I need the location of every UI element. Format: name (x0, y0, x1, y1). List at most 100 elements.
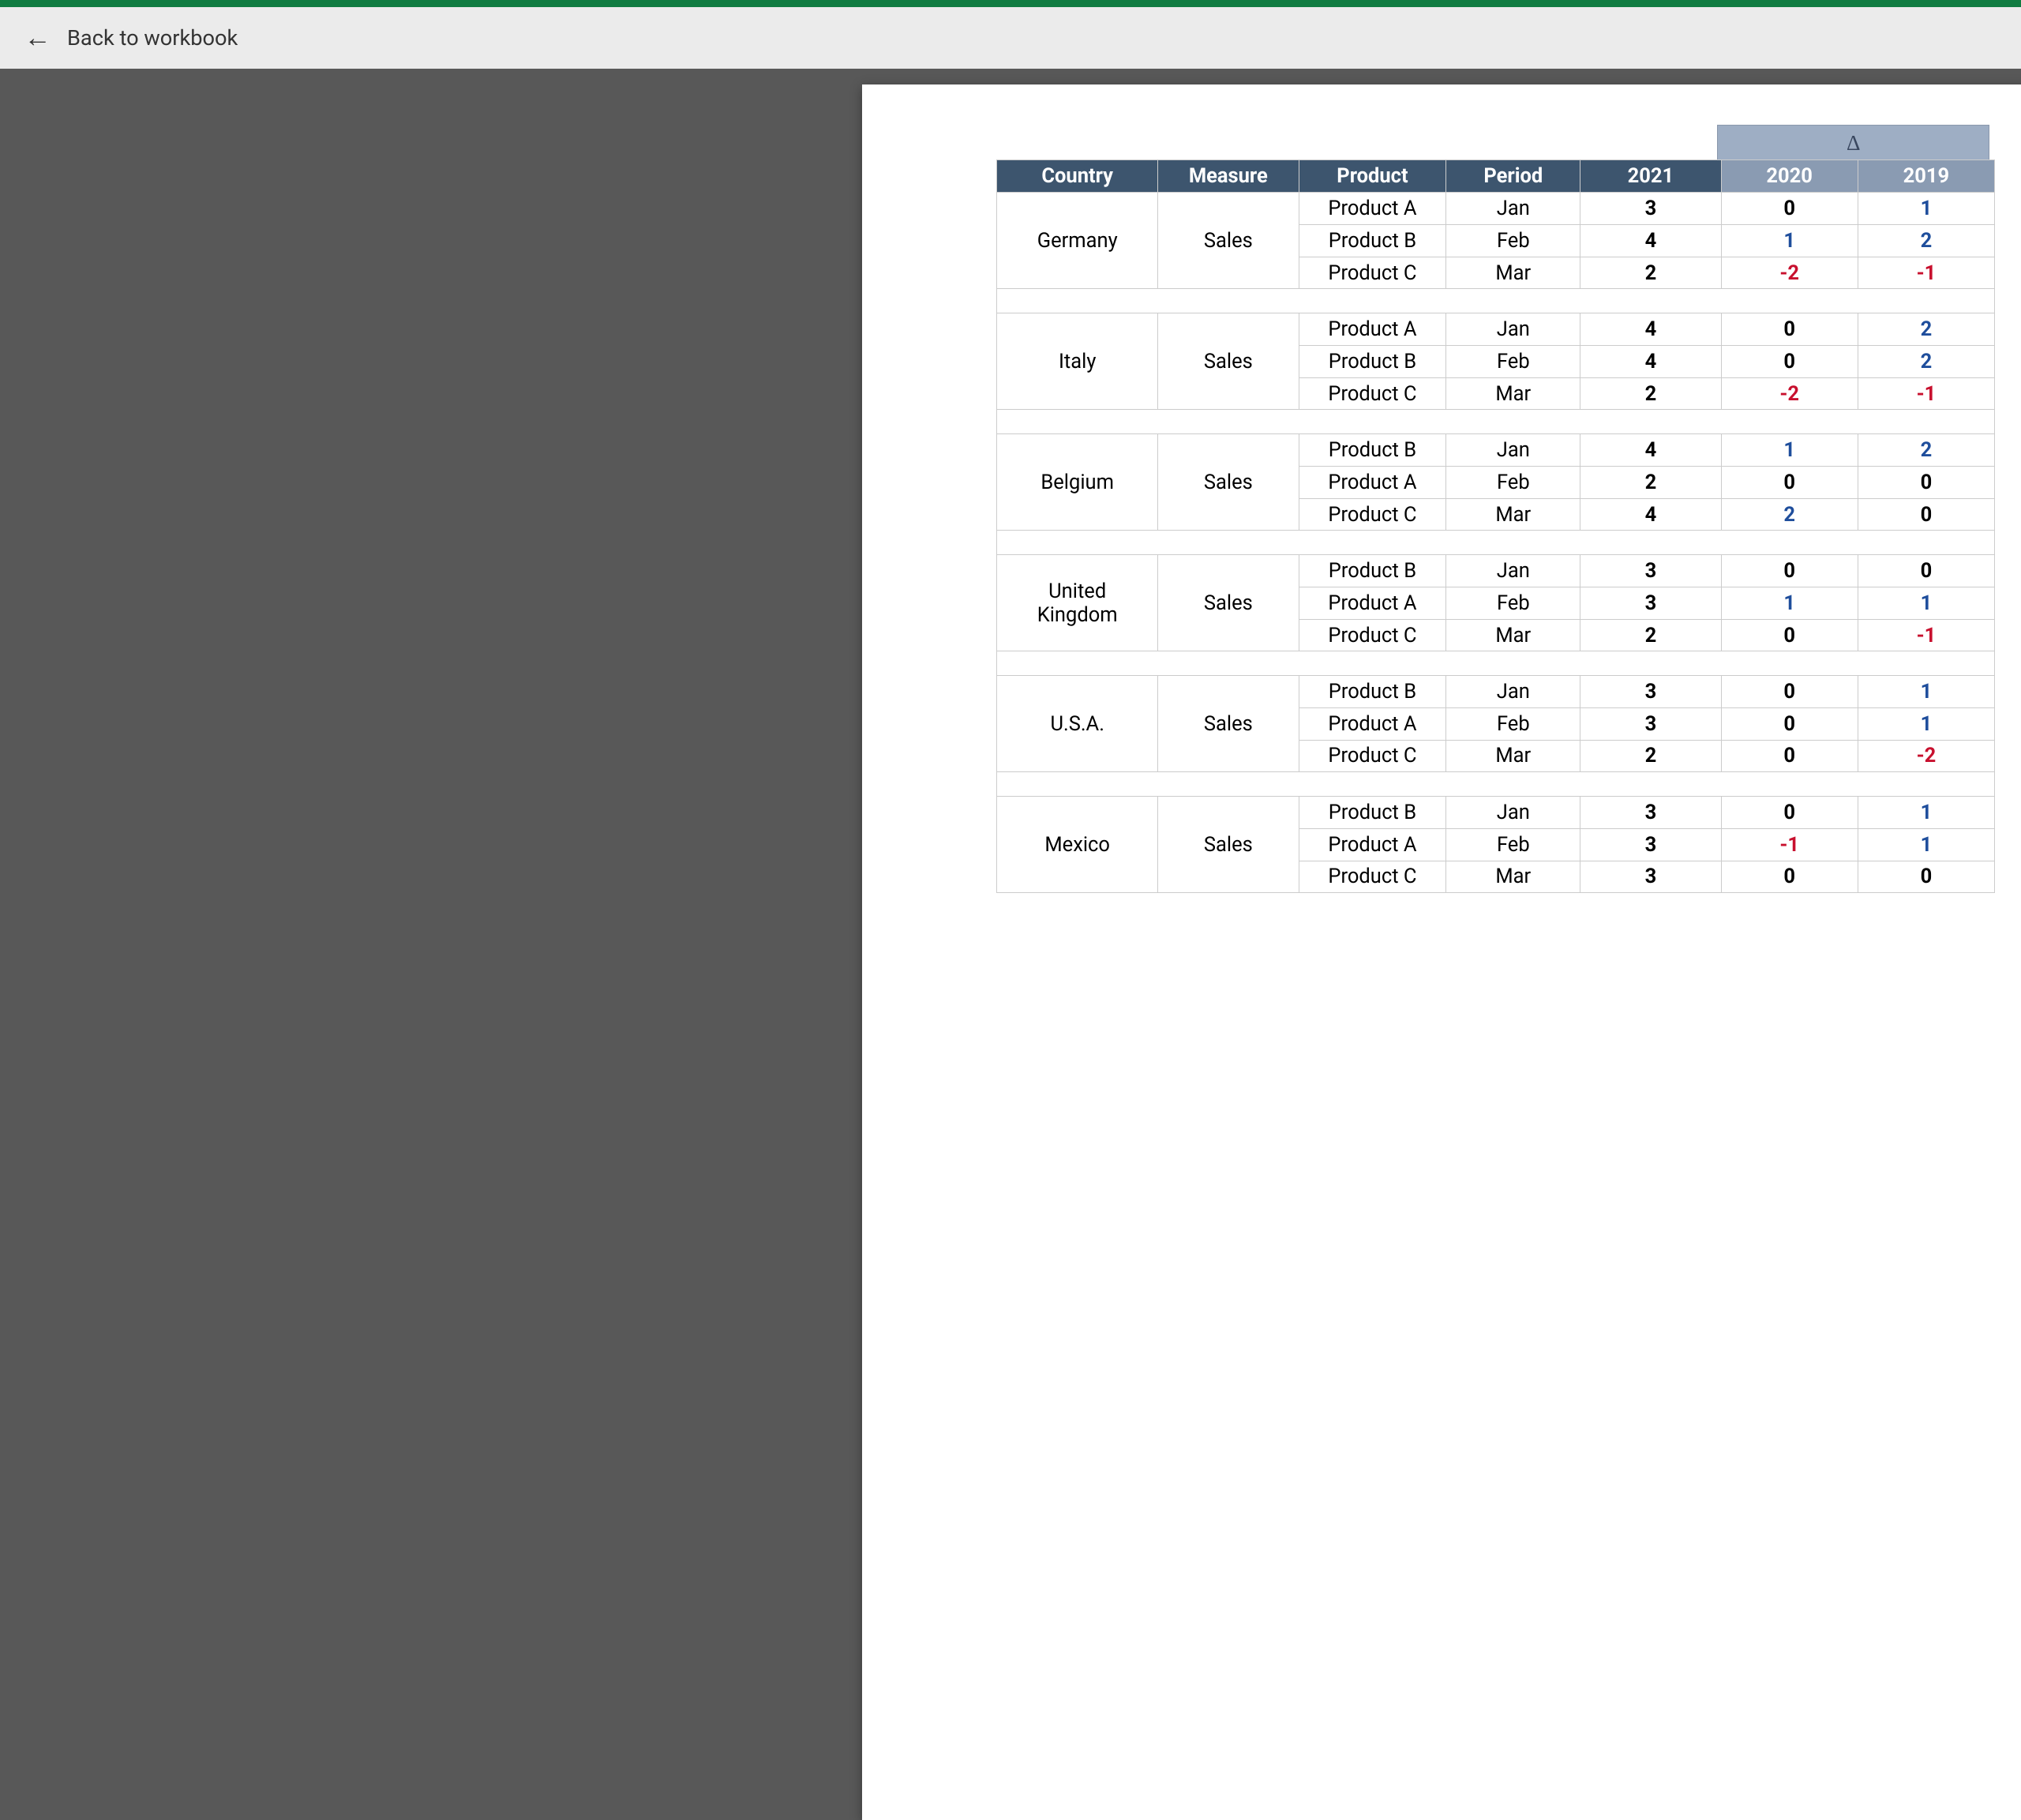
period-cell: Mar (1446, 377, 1580, 410)
measure-cell: Sales (1158, 193, 1299, 289)
delta-cell: -2 (1858, 740, 1994, 772)
delta-cell: -1 (1858, 619, 1994, 651)
value-cell: 3 (1580, 861, 1721, 893)
value-cell: 2 (1580, 466, 1721, 498)
preview-pane: ← Back to workbook Showing 1 - 1 (for a … (0, 7, 2021, 1820)
value-cell: 3 (1580, 587, 1721, 619)
value-cell: 3 (1580, 707, 1721, 740)
period-cell: Feb (1446, 707, 1580, 740)
column-header: 2019 (1858, 160, 1994, 193)
product-cell: Product B (1299, 796, 1446, 828)
product-cell: Product C (1299, 257, 1446, 289)
delta-cell: 1 (1721, 587, 1858, 619)
delta-cell: 0 (1721, 796, 1858, 828)
block-gap (997, 651, 1995, 676)
delta-cell: 1 (1858, 193, 1994, 225)
period-cell: Jan (1446, 676, 1580, 708)
delta-cell: 0 (1858, 861, 1994, 893)
delta-cell: 0 (1721, 345, 1858, 377)
product-cell: Product A (1299, 466, 1446, 498)
country-cell: Belgium (997, 434, 1158, 531)
delta-cell: 1 (1721, 224, 1858, 257)
product-cell: Product B (1299, 555, 1446, 587)
delta-cell: 2 (1858, 434, 1994, 467)
delta-cell: 0 (1721, 740, 1858, 772)
delta-cell: 2 (1858, 313, 1994, 346)
preview-toolbar: ← Back to workbook Showing 1 - 1 (for a … (0, 7, 2021, 69)
value-cell: 4 (1580, 313, 1721, 346)
table-row: BelgiumSalesProduct BJan412 (997, 434, 1995, 467)
measure-cell: Sales (1158, 434, 1299, 531)
back-to-workbook-button[interactable]: ← Back to workbook (24, 24, 238, 51)
delta-cell: -2 (1721, 377, 1858, 410)
back-label: Back to workbook (67, 25, 238, 51)
product-cell: Product A (1299, 707, 1446, 740)
block-gap (997, 410, 1995, 434)
product-cell: Product B (1299, 676, 1446, 708)
delta-cell: 0 (1721, 707, 1858, 740)
value-cell: 4 (1580, 345, 1721, 377)
product-cell: Product C (1299, 619, 1446, 651)
period-cell: Feb (1446, 587, 1580, 619)
delta-cell: 1 (1858, 796, 1994, 828)
delta-cell: 1 (1858, 676, 1994, 708)
delta-cell: 0 (1721, 676, 1858, 708)
column-header: Measure (1158, 160, 1299, 193)
delta-cell: 1 (1858, 587, 1994, 619)
product-cell: Product B (1299, 434, 1446, 467)
column-header: Country (997, 160, 1158, 193)
value-cell: 2 (1580, 740, 1721, 772)
accent-bar (0, 0, 2021, 7)
table-row: U.S.A.SalesProduct BJan301 (997, 676, 1995, 708)
value-cell: 3 (1580, 796, 1721, 828)
product-cell: Product A (1299, 587, 1446, 619)
table-row: GermanySalesProduct AJan301 (997, 193, 1995, 225)
print-preview-canvas[interactable]: Δ CountryMeasureProductPeriod20212020201… (0, 69, 2021, 1820)
table-row: ItalySalesProduct AJan402 (997, 313, 1995, 346)
product-cell: Product A (1299, 828, 1446, 861)
block-gap (997, 289, 1995, 313)
measure-cell: Sales (1158, 796, 1299, 892)
value-cell: 4 (1580, 224, 1721, 257)
product-cell: Product A (1299, 193, 1446, 225)
product-cell: Product C (1299, 740, 1446, 772)
delta-cell: 0 (1721, 466, 1858, 498)
measure-cell: Sales (1158, 313, 1299, 410)
delta-cell: 0 (1721, 555, 1858, 587)
table-row: United KingdomSalesProduct BJan300 (997, 555, 1995, 587)
measure-cell: Sales (1158, 676, 1299, 772)
country-cell: United Kingdom (997, 555, 1158, 651)
delta-cell: -2 (1721, 257, 1858, 289)
value-cell: 4 (1580, 498, 1721, 531)
value-cell: 3 (1580, 828, 1721, 861)
delta-cell: 2 (1858, 345, 1994, 377)
period-cell: Mar (1446, 861, 1580, 893)
value-cell: 3 (1580, 555, 1721, 587)
value-cell: 4 (1580, 434, 1721, 467)
product-cell: Product A (1299, 313, 1446, 346)
column-header: 2020 (1721, 160, 1858, 193)
delta-cell: 2 (1858, 224, 1994, 257)
value-cell: 2 (1580, 377, 1721, 410)
period-cell: Mar (1446, 257, 1580, 289)
column-header: 2021 (1580, 160, 1721, 193)
column-header: Product (1299, 160, 1446, 193)
period-cell: Feb (1446, 828, 1580, 861)
block-gap (997, 772, 1995, 797)
delta-cell: 1 (1858, 707, 1994, 740)
delta-cell: 0 (1858, 466, 1994, 498)
period-cell: Jan (1446, 555, 1580, 587)
delta-cell: 0 (1721, 619, 1858, 651)
delta-cell: 0 (1721, 861, 1858, 893)
value-cell: 2 (1580, 619, 1721, 651)
table-row: MexicoSalesProduct BJan301 (997, 796, 1995, 828)
delta-cell: 0 (1858, 498, 1994, 531)
country-cell: U.S.A. (997, 676, 1158, 772)
block-gap (997, 531, 1995, 555)
product-cell: Product B (1299, 345, 1446, 377)
period-cell: Jan (1446, 796, 1580, 828)
delta-cell: -1 (1858, 377, 1994, 410)
data-grid: CountryMeasureProductPeriod202120202019G… (996, 159, 1995, 893)
value-cell: 3 (1580, 676, 1721, 708)
period-cell: Mar (1446, 740, 1580, 772)
